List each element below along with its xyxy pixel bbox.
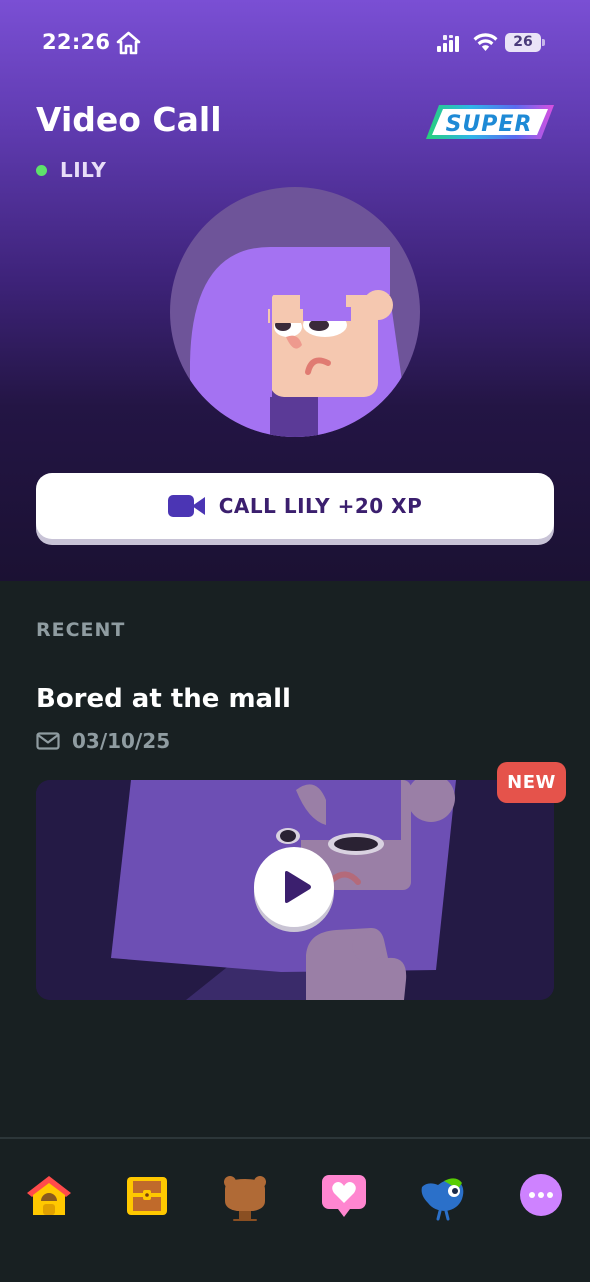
lily-avatar — [170, 187, 420, 437]
page-title: Video Call — [36, 100, 222, 139]
duo-bird-icon — [421, 1178, 464, 1221]
super-badge[interactable]: SUPER — [425, 104, 555, 140]
treasure-chest-icon — [127, 1177, 167, 1215]
tab-home[interactable] — [21, 1167, 77, 1223]
new-badge: NEW — [497, 762, 566, 803]
guidebook-icon — [224, 1176, 266, 1221]
tab-characters[interactable] — [414, 1167, 470, 1223]
play-icon — [285, 871, 311, 903]
signal-icon — [437, 35, 459, 52]
battery-level: 26 — [513, 34, 533, 50]
wifi-icon — [473, 33, 498, 51]
contact-name: LILY — [60, 158, 107, 182]
tab-quests[interactable] — [119, 1167, 175, 1223]
recent-section-label: RECENT — [36, 619, 126, 641]
tab-messages[interactable] — [316, 1167, 372, 1223]
bottom-tab-bar — [0, 1137, 590, 1282]
heart-message-icon — [322, 1175, 366, 1217]
battery-indicator: 26 — [505, 33, 541, 52]
call-lily-button[interactable]: CALL LILY +20 XP — [36, 473, 554, 539]
more-icon — [520, 1174, 562, 1216]
super-badge-label: SUPER — [446, 112, 533, 137]
status-bar: 22:26 26 — [0, 0, 590, 90]
recent-video-thumbnail[interactable] — [36, 780, 554, 1000]
recent-item-title[interactable]: Bored at the mall — [36, 684, 291, 714]
call-button-label: CALL LILY +20 XP — [218, 494, 423, 518]
home-icon — [27, 1176, 71, 1215]
status-time: 22:26 — [42, 30, 111, 54]
mail-icon — [36, 732, 60, 750]
tab-guidebook[interactable] — [217, 1167, 273, 1223]
home-icon — [116, 31, 141, 55]
online-status-dot — [36, 165, 47, 176]
video-camera-icon — [167, 495, 205, 517]
recent-item-date: 03/10/25 — [72, 729, 171, 753]
tab-more[interactable] — [513, 1167, 569, 1223]
play-button[interactable] — [254, 847, 334, 927]
battery-cap — [542, 39, 545, 46]
